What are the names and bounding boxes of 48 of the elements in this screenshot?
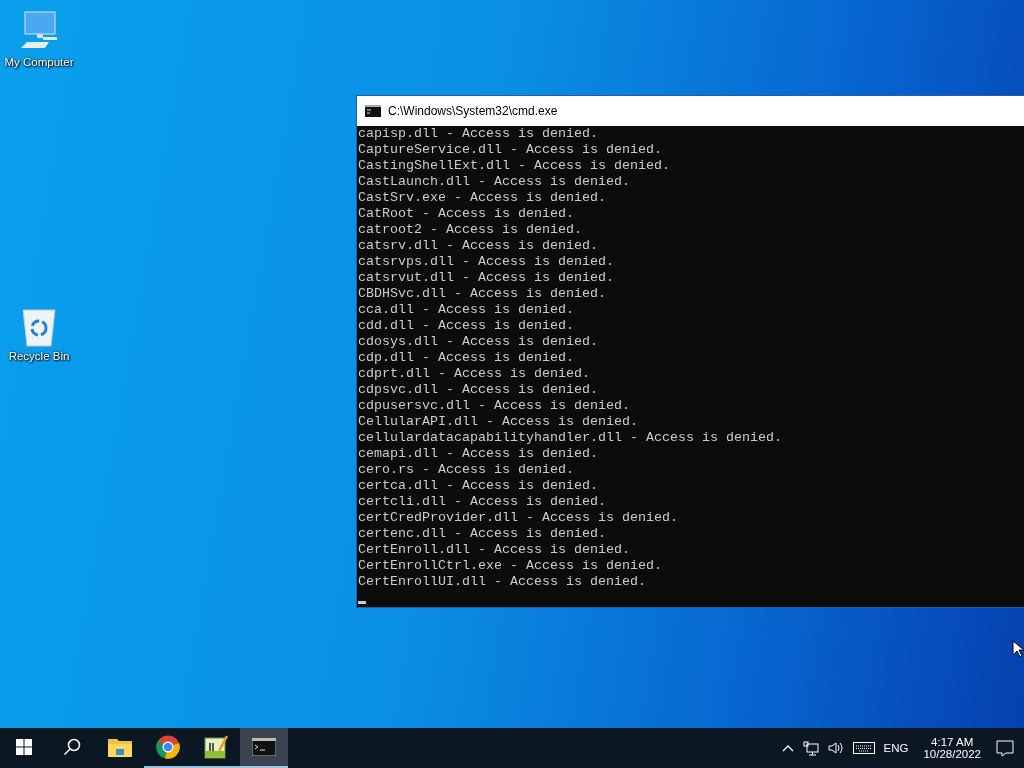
console-line: catsrvps.dll - Access is denied. — [358, 254, 614, 270]
console-line: capisp.dll - Access is denied. — [358, 126, 598, 142]
console-line: certcli.dll - Access is denied. — [358, 494, 606, 510]
chevron-up-icon[interactable] — [781, 744, 794, 752]
taskbar-button[interactable] — [240, 728, 288, 768]
mouse-pointer-icon — [1012, 640, 1024, 658]
console-line: certenc.dll - Access is denied. — [358, 526, 606, 542]
network-icon[interactable] — [802, 740, 819, 756]
console-line: cero.rs - Access is denied. — [358, 462, 574, 478]
clock[interactable]: 4:17 AM 10/28/2022 — [923, 736, 981, 760]
console-line: CastLaunch.dll - Access is denied. — [358, 174, 630, 190]
console-line: cca.dll - Access is denied. — [358, 302, 574, 318]
console-line: CertEnroll.dll - Access is denied. — [358, 542, 630, 558]
language-indicator[interactable]: ENG — [883, 742, 909, 754]
search-icon[interactable] — [63, 738, 81, 756]
console-line: cdd.dll - Access is denied. — [358, 318, 574, 334]
console-line: catsrv.dll - Access is denied. — [358, 238, 598, 254]
console-line: cdp.dll - Access is denied. — [358, 350, 574, 366]
text-cursor — [358, 601, 366, 604]
console-line: certCredProvider.dll - Access is denied. — [358, 510, 678, 526]
speaker-icon[interactable] — [827, 741, 844, 755]
console-line: cdpusersvc.dll - Access is denied. — [358, 398, 630, 414]
console-line: CertEnrollCtrl.exe - Access is denied. — [358, 558, 662, 574]
console-line: cdprt.dll - Access is denied. — [358, 366, 590, 382]
notepad-icon[interactable] — [204, 735, 228, 759]
console-icon — [365, 105, 381, 117]
console-line: cdosys.dll - Access is denied. — [358, 334, 598, 350]
clock-date: 10/28/2022 — [923, 748, 981, 760]
console-line: cellulardatacapabilityhandler.dll - Access is denied. — [358, 430, 782, 446]
console-line: CBDHSvc.dll - Access is denied. — [358, 286, 606, 302]
browser-icon[interactable] — [156, 735, 180, 759]
console-line: CaptureService.dll - Access is denied. — [358, 142, 662, 158]
window-title: C:\Windows\System32\cmd.exe — [388, 104, 558, 118]
clock-time: 4:17 AM — [931, 736, 974, 748]
console-line: CertEnrollUI.dll - Access is denied. — [358, 574, 646, 590]
console-line: cemapi.dll - Access is denied. — [358, 446, 598, 462]
console-line: CellularAPI.dll - Access is denied. — [358, 414, 638, 430]
keyboard-icon[interactable] — [852, 742, 875, 754]
console-line: CatRoot - Access is denied. — [358, 206, 574, 222]
console-line: catroot2 - Access is denied. — [358, 222, 582, 238]
notification-icon[interactable] — [996, 739, 1014, 757]
console-line: certca.dll - Access is denied. — [358, 478, 598, 494]
console-line: catsrvut.dll - Access is denied. — [358, 270, 614, 286]
console-icon[interactable] — [252, 738, 276, 756]
console-line: CastSrv.exe - Access is denied. — [358, 190, 606, 206]
console-line: cdpsvc.dll - Access is denied. — [358, 382, 598, 398]
folder-icon[interactable] — [108, 737, 132, 757]
console-line: CastingShellExt.dll - Access is denied. — [358, 158, 670, 174]
